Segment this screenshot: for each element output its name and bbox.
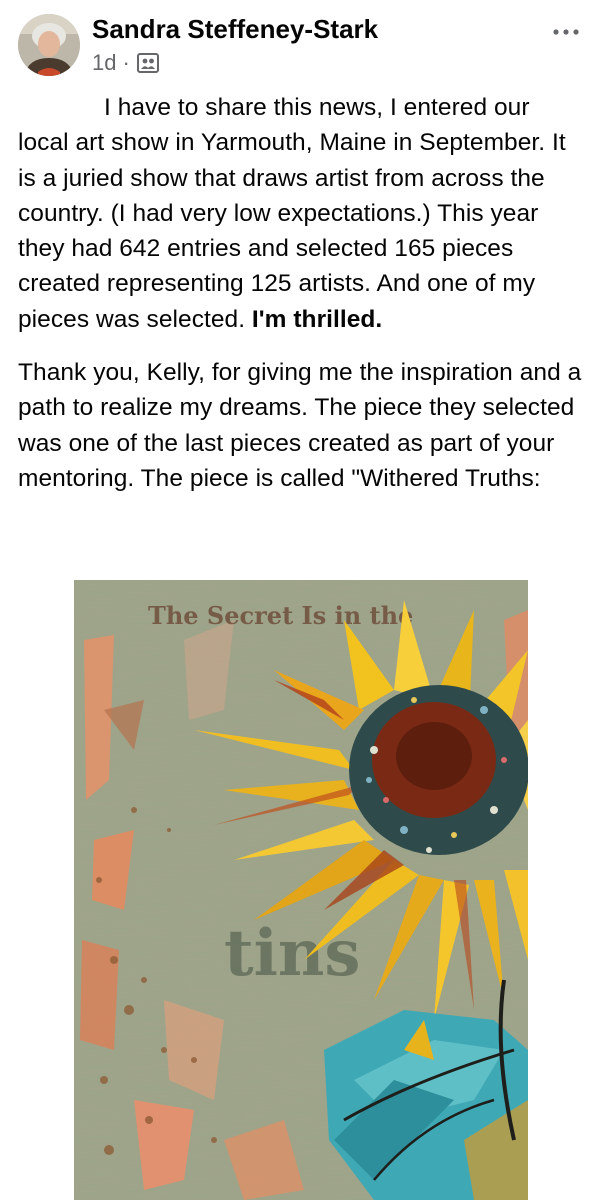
post-time[interactable]: 1d	[92, 50, 116, 76]
paragraph-1-text: I have to share this news, I entered our…	[18, 94, 566, 333]
paragraph-1-bold: I'm thrilled.	[251, 305, 383, 333]
post-body: I have to share this news, I entered our…	[18, 90, 584, 496]
post-header: Sandra Steffeney-Stark 1d ·	[0, 0, 600, 90]
more-options-button[interactable]	[548, 18, 584, 46]
author-name[interactable]: Sandra Steffeney-Stark	[92, 13, 378, 45]
friends-icon	[136, 51, 160, 75]
post-photo[interactable]: The Secret Is in the tins	[74, 580, 528, 1200]
author-avatar[interactable]	[18, 14, 80, 76]
sunflower-center	[349, 685, 528, 855]
post-paragraph-1: I have to share this news, I entered our…	[18, 90, 584, 337]
avatar-image	[18, 14, 80, 76]
post-paragraph-2: Thank you, Kelly, for giving me the insp…	[18, 359, 582, 492]
post-meta: 1d ·	[92, 48, 160, 78]
more-dots-icon	[553, 29, 579, 35]
artwork-text-top: The Secret Is in the	[148, 601, 413, 630]
meta-separator: ·	[122, 50, 130, 75]
